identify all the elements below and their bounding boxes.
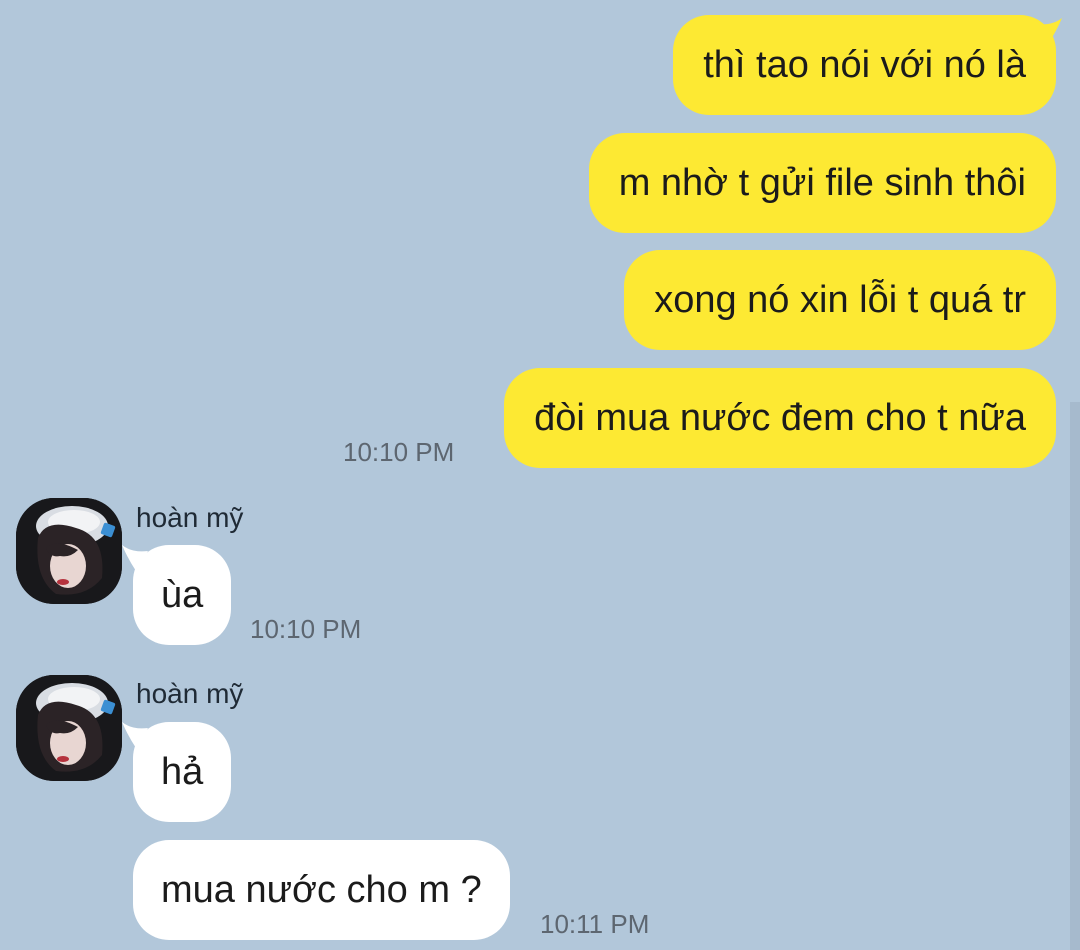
sender-name: hoàn mỹ — [136, 502, 244, 533]
outgoing-message[interactable]: đòi mua nước đem cho t nữa — [504, 368, 1056, 468]
scrollbar[interactable] — [1070, 402, 1080, 950]
incoming-message[interactable]: hả — [133, 722, 232, 822]
outgoing-message[interactable]: thì tao nói với nó là — [673, 15, 1056, 115]
sender-name: hoàn mỹ — [136, 678, 244, 709]
outgoing-message[interactable]: xong nó xin lỗi t quá tr — [624, 250, 1056, 350]
message-text: m nhờ t gửi file sinh thôi — [618, 162, 1026, 204]
message-timestamp: 10:10 PM — [250, 614, 362, 644]
message-timestamp: 10:11 PM — [540, 909, 650, 939]
message-text: ùa — [161, 574, 204, 616]
incoming-message[interactable]: ùa — [133, 545, 232, 645]
message-text: xong nó xin lỗi t quá tr — [654, 279, 1026, 321]
avatar-photo-icon — [16, 675, 122, 781]
message-text: thì tao nói với nó là — [703, 44, 1026, 86]
avatar-photo-icon — [16, 498, 122, 604]
message-text: đòi mua nước đem cho t nữa — [534, 397, 1026, 439]
chat-message-list[interactable]: thì tao nói với nó là m nhờ t gửi file s… — [0, 0, 1080, 950]
message-timestamp: 10:10 PM — [343, 437, 455, 467]
incoming-message[interactable]: mua nước cho m ? — [133, 840, 510, 940]
avatar[interactable] — [16, 498, 122, 604]
message-text: hả — [161, 751, 204, 793]
avatar[interactable] — [16, 675, 122, 781]
message-text: mua nước cho m ? — [161, 869, 482, 911]
outgoing-message[interactable]: m nhờ t gửi file sinh thôi — [588, 133, 1056, 233]
